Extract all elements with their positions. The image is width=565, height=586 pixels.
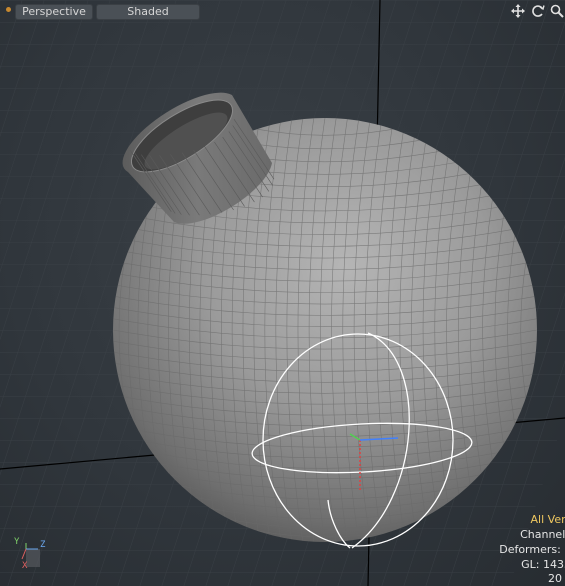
- orbit-icon[interactable]: [529, 2, 547, 20]
- pan-icon[interactable]: [509, 2, 527, 20]
- axis-z-label: Z: [40, 540, 46, 550]
- scene-canvas[interactable]: [0, 0, 565, 586]
- info-channels: Channels: [520, 528, 565, 541]
- 3d-viewport[interactable]: Perspective Shaded All Verti Channels De…: [0, 0, 565, 586]
- info-deformers: Deformers: O: [499, 543, 565, 556]
- axis-y-label: Y: [14, 537, 20, 547]
- zoom-icon[interactable]: [548, 2, 565, 20]
- viewport-toolbar: Perspective Shaded: [0, 0, 565, 22]
- info-vertices: All Verti: [530, 513, 565, 526]
- viewport-menu-dot[interactable]: [3, 4, 14, 15]
- info-gl: GL: 1433: [521, 558, 565, 571]
- shading-mode-dropdown[interactable]: Shaded: [96, 4, 200, 20]
- view-mode-dropdown[interactable]: Perspective: [15, 4, 93, 20]
- axis-orientation-gizmo: Y Z X: [10, 537, 46, 573]
- info-fps: 20: [548, 572, 562, 585]
- axis-x-label: X: [22, 561, 28, 571]
